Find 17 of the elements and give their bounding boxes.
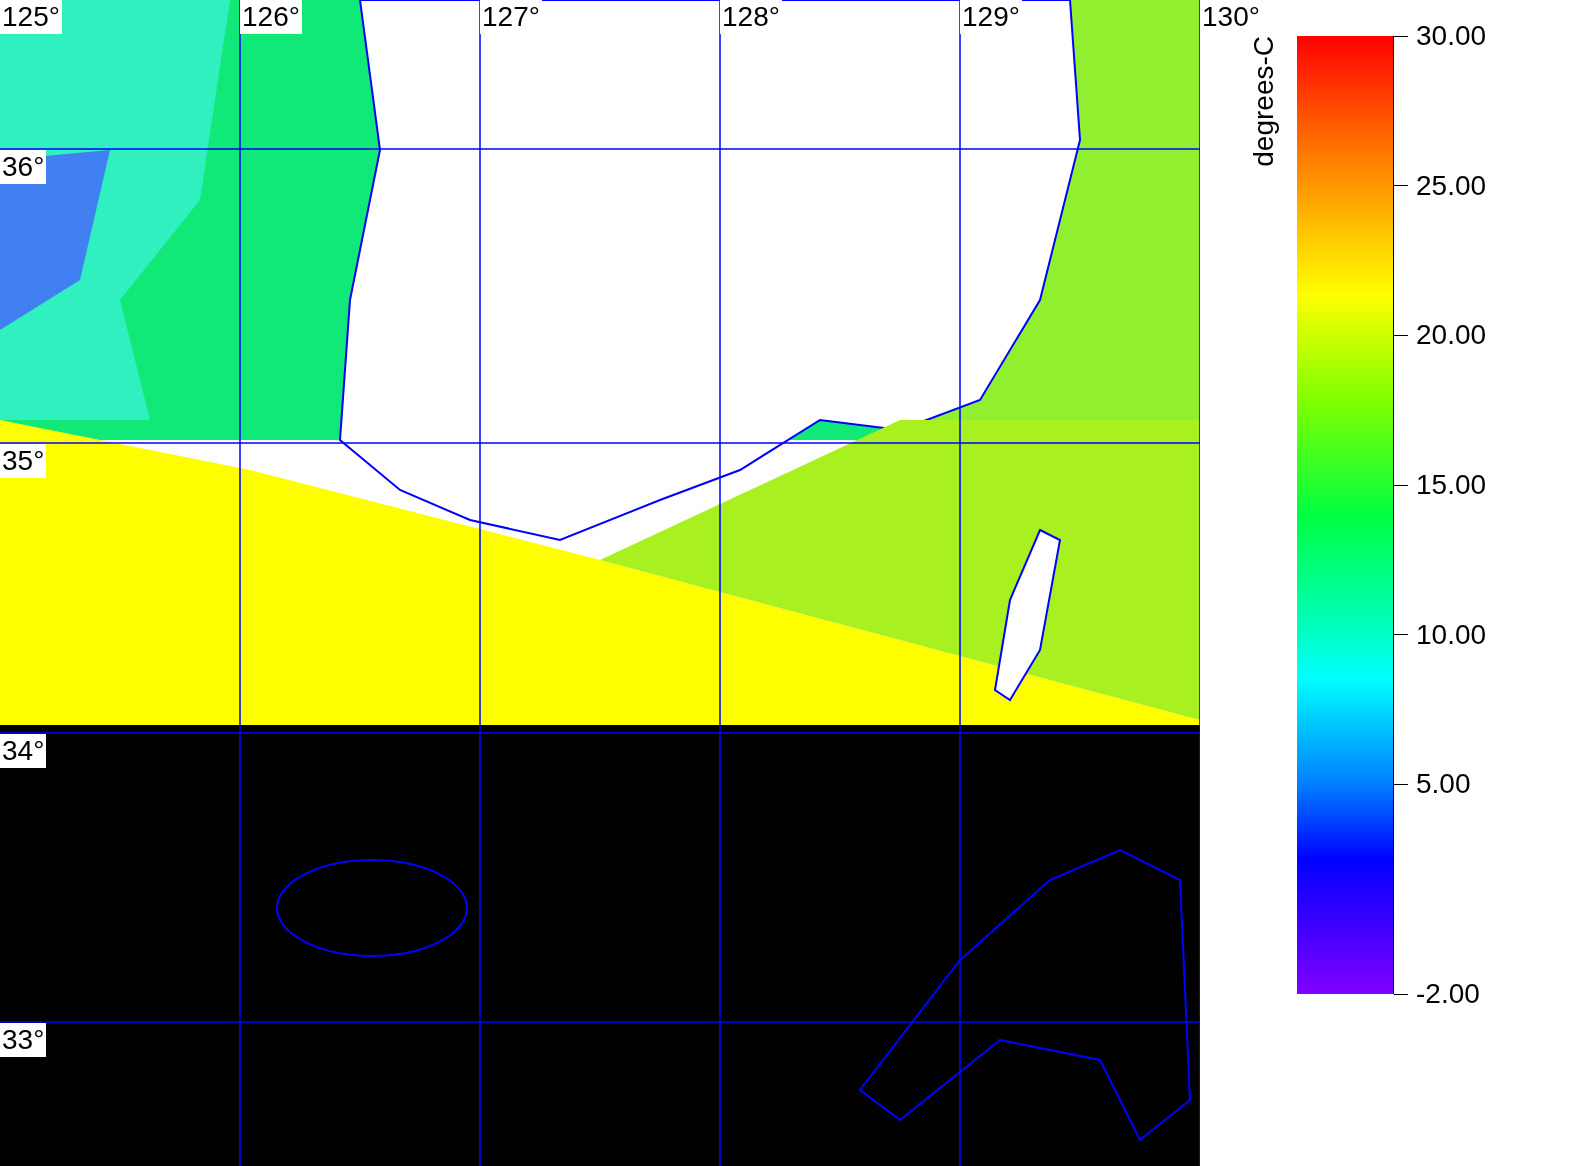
longitude-label: 128° bbox=[720, 0, 782, 34]
longitude-label: 129° bbox=[960, 0, 1022, 34]
longitude-label: 125° bbox=[0, 0, 62, 34]
colorbar-title: degrees-C bbox=[1248, 36, 1280, 167]
latitude-label: 34° bbox=[0, 734, 47, 768]
colorbar-tick-label: 25.00 bbox=[1394, 169, 1487, 202]
latitude-label: 36° bbox=[0, 150, 47, 184]
longitude-label: 127° bbox=[480, 0, 542, 34]
colorbar-tick-label: 20.00 bbox=[1394, 319, 1487, 352]
colorbar-tick-label: 30.00 bbox=[1394, 20, 1487, 52]
colorbar-tick-label: -2.00 bbox=[1394, 978, 1480, 1010]
latitude-label: 35° bbox=[0, 444, 47, 478]
colorbar-tick-label: 10.00 bbox=[1394, 618, 1487, 651]
latitude-label: 33° bbox=[0, 1023, 47, 1057]
longitude-label: 126° bbox=[240, 0, 302, 34]
colorbar-tick-label: 15.00 bbox=[1394, 469, 1487, 502]
colorbar-tick-label: 5.00 bbox=[1394, 768, 1471, 801]
